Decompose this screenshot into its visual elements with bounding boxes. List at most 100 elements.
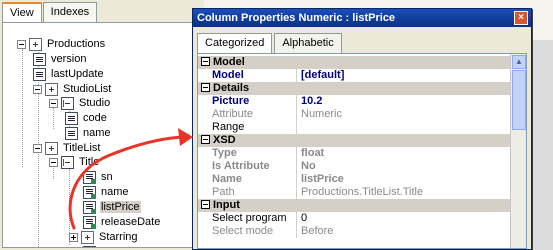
- collapse-icon[interactable]: [201, 83, 210, 92]
- property-value[interactable]: listPrice: [296, 173, 512, 186]
- tree-node-label-selected: listPrice: [100, 201, 141, 213]
- property-row-select-program[interactable]: Select program 0: [198, 212, 512, 225]
- expand-icon[interactable]: [69, 232, 78, 242]
- collapse-icon[interactable]: [201, 200, 210, 209]
- numeric-field-icon: [83, 185, 96, 199]
- property-grid: Model Model [default] Details Picture 10…: [197, 53, 527, 249]
- property-name: Model: [212, 69, 244, 81]
- property-value[interactable]: 10.2: [296, 95, 512, 108]
- tree-node-sn[interactable]: sn: [83, 170, 114, 184]
- numeric-field-icon: [83, 215, 96, 229]
- list-icon: [61, 96, 74, 110]
- tree-node-label: name: [83, 127, 111, 139]
- scroll-thumb[interactable]: [512, 70, 526, 130]
- close-button[interactable]: ×: [514, 11, 528, 25]
- tab-view[interactable]: View: [2, 2, 42, 24]
- property-name: Picture: [212, 95, 250, 107]
- category-input[interactable]: Input: [198, 199, 512, 212]
- tab-alphabetic[interactable]: Alphabetic: [274, 33, 342, 53]
- tree-node-label: StudioList: [63, 83, 112, 95]
- scroll-up-icon[interactable]: ▲: [512, 55, 526, 69]
- property-row-range[interactable]: Range: [198, 121, 512, 134]
- tree-node-lastupdate[interactable]: lastUpdate: [33, 67, 105, 81]
- tree-node-name[interactable]: name: [65, 126, 112, 140]
- tree-node-productions[interactable]: Productions: [17, 37, 106, 51]
- tree-node-starring[interactable]: Starring: [69, 230, 139, 244]
- category-label: XSD: [213, 134, 236, 146]
- tree-node-titlelist[interactable]: TitleList: [33, 141, 102, 155]
- numeric-field-icon: [83, 245, 96, 247]
- property-name: Name: [212, 173, 242, 185]
- dialog-title: Column Properties Numeric : listPrice: [197, 12, 396, 24]
- property-value[interactable]: [default]: [296, 69, 512, 82]
- numeric-field-icon: [83, 170, 96, 184]
- tree-node-label: Productions: [47, 38, 106, 50]
- property-name: Select mode: [212, 225, 274, 237]
- column-properties-dialog: Column Properties Numeric : listPrice × …: [192, 8, 532, 250]
- tree-node-studiocode[interactable]: studioCode: [83, 245, 158, 247]
- collapse-icon[interactable]: [201, 135, 210, 144]
- category-xsd[interactable]: XSD: [198, 134, 512, 147]
- tree-node-studiolist[interactable]: StudioList: [33, 82, 112, 96]
- property-value[interactable]: float: [296, 147, 512, 160]
- property-value[interactable]: Productions.TitleList.Title: [296, 186, 512, 199]
- property-value[interactable]: Numeric: [296, 108, 512, 121]
- category-label: Model: [213, 56, 245, 68]
- dialog-tabs: Categorized Alphabetic: [197, 33, 344, 54]
- property-name: Path: [212, 186, 235, 198]
- tree-node-label: Title: [79, 156, 100, 168]
- list-icon: [61, 155, 74, 169]
- collapse-icon[interactable]: [49, 157, 58, 167]
- property-value[interactable]: [296, 121, 512, 134]
- tab-categorized[interactable]: Categorized: [197, 33, 273, 54]
- group-icon: [29, 37, 42, 51]
- property-value[interactable]: No: [296, 160, 512, 173]
- property-name: Select program: [212, 212, 287, 224]
- tab-indexes[interactable]: Indexes: [42, 2, 98, 22]
- property-name: Attribute: [212, 108, 253, 120]
- collapse-icon[interactable]: [33, 143, 42, 153]
- field-icon: [33, 67, 46, 81]
- category-model[interactable]: Model: [198, 56, 512, 69]
- group-icon: [45, 82, 58, 96]
- field-icon: [65, 111, 78, 125]
- tree-node-label: lastUpdate: [51, 68, 104, 80]
- tree-node-version[interactable]: version: [33, 52, 87, 66]
- property-row-select-mode[interactable]: Select mode Before: [198, 225, 512, 238]
- dialog-titlebar[interactable]: Column Properties Numeric : listPrice ×: [193, 9, 531, 27]
- tree-connector: [22, 49, 23, 167]
- tree-node-label: studioCode: [100, 246, 158, 247]
- property-row-model[interactable]: Model [default]: [198, 69, 512, 82]
- tree-node-listprice[interactable]: listPrice: [83, 200, 141, 214]
- tree-node-name[interactable]: name: [83, 185, 130, 199]
- property-value[interactable]: 0: [296, 212, 512, 225]
- tree-node-label: code: [83, 112, 107, 124]
- tree-node-releasedate[interactable]: releaseDate: [83, 215, 161, 229]
- property-name: Type: [212, 147, 237, 159]
- property-row-is-attribute[interactable]: Is Attribute No: [198, 160, 512, 173]
- field-icon: [33, 52, 46, 66]
- category-details[interactable]: Details: [198, 82, 512, 95]
- tree-node-label: sn: [101, 171, 113, 183]
- collapse-icon[interactable]: [201, 57, 210, 66]
- collapse-icon[interactable]: [33, 84, 42, 94]
- collapse-icon[interactable]: [49, 98, 58, 108]
- property-row-name[interactable]: Name listPrice: [198, 173, 512, 186]
- numeric-field-icon: [83, 200, 96, 214]
- vertical-scrollbar[interactable]: ▲: [510, 54, 526, 248]
- tree-node-title[interactable]: Title: [49, 155, 100, 169]
- property-value[interactable]: Before: [296, 225, 512, 238]
- property-row-picture[interactable]: Picture 10.2: [198, 95, 512, 108]
- tree-tabs: View Indexes: [2, 2, 98, 24]
- property-row-attribute[interactable]: Attribute Numeric: [198, 108, 512, 121]
- tree-node-studio[interactable]: Studio: [49, 96, 111, 110]
- tree-node-label: Studio: [79, 97, 111, 109]
- property-name: Range: [212, 121, 245, 133]
- property-row-path[interactable]: Path Productions.TitleList.Title: [198, 186, 512, 199]
- tree-node-code[interactable]: code: [65, 111, 108, 125]
- tree-node-label: releaseDate: [101, 216, 161, 228]
- category-label: Details: [213, 82, 250, 94]
- collapse-icon[interactable]: [17, 39, 26, 49]
- property-row-type[interactable]: Type float: [198, 147, 512, 160]
- tree-node-label: Starring: [99, 231, 138, 243]
